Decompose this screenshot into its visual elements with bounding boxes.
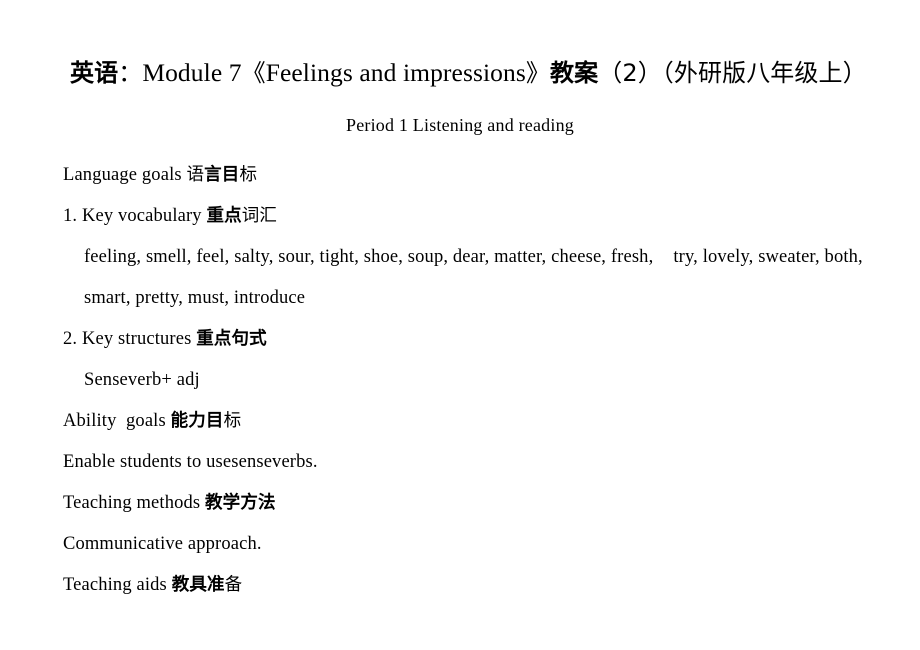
line-key-vocabulary-cn-bold: 重点: [206, 206, 242, 226]
line-language-goals-cn-c: 标: [239, 165, 258, 185]
line-key-structures-en: 2. Key structures: [63, 329, 197, 349]
title-edition: （外研版八年级上）: [661, 59, 867, 87]
line-language-goals-cn-a: 语: [186, 165, 205, 185]
title-colon: ：: [118, 59, 143, 87]
line-teaching-aids-cn-bold: 教具准: [171, 575, 225, 595]
title-doc-type: 教案: [550, 59, 599, 87]
line-teaching-aids-cn-light: 备: [224, 575, 243, 595]
title-unit-name: Feelings and impressions: [265, 58, 526, 87]
title-subject: 英语: [70, 59, 119, 87]
line-teaching-aids: Teaching aids 教具准备: [0, 565, 920, 606]
line-ability-goals-en: Ability goals: [63, 411, 171, 431]
vocabulary-part-b: try, lovely, sweater, both,: [673, 247, 863, 267]
page-title: 英语：Module 7《Feelings and impressions》教案（…: [70, 56, 882, 90]
line-teaching-methods-cn: 教学方法: [205, 493, 276, 513]
title-bracket-close: 》: [525, 59, 551, 87]
page-subtitle: Period 1 Listening and reading: [346, 115, 574, 135]
line-ability-goals-cn-light: 标: [223, 411, 242, 431]
title-number: （2）: [598, 59, 662, 87]
line-key-structures-cn: 重点句式: [196, 329, 267, 349]
line-ability-goals-cn-bold: 能力目: [170, 411, 224, 431]
line-vocabulary-list-1: feeling, smell, feel, salty, sour, tight…: [0, 237, 920, 278]
line-language-goals: Language goals 语言目标: [0, 155, 920, 196]
document-body: Language goals 语言目标 1. Key vocabulary 重点…: [0, 155, 920, 606]
line-language-goals-en: Language goals: [63, 165, 187, 185]
title-module: Module 7: [142, 58, 242, 87]
line-key-structures-content: Senseverb+ adj: [84, 370, 200, 390]
line-teaching-methods: Teaching methods 教学方法: [0, 483, 920, 524]
line-teaching-methods-content: Communicative approach.: [63, 534, 262, 554]
line-language-goals-cn-b: 言目: [204, 165, 240, 185]
line-teaching-aids-en: Teaching aids: [63, 575, 172, 595]
line-key-vocabulary-cn-light: 词汇: [241, 206, 278, 226]
document-page: 英语：Module 7《Feelings and impressions》教案（…: [0, 0, 920, 650]
line-key-vocabulary-heading: 1. Key vocabulary 重点词汇: [0, 196, 920, 237]
line-ability-goals: Ability goals 能力目标: [0, 401, 920, 442]
line-vocabulary-list-2: smart, pretty, must, introduce: [84, 288, 306, 308]
vocabulary-part-a: feeling, smell, feel, salty, sour, tight…: [84, 247, 654, 267]
line-teaching-methods-en: Teaching methods: [63, 493, 206, 513]
line-key-vocabulary-en: 1. Key vocabulary: [63, 206, 207, 226]
line-ability-goals-content: Enable students to usesenseverbs.: [63, 452, 318, 472]
title-bracket-open: 《: [241, 59, 266, 87]
line-key-structures-heading: 2. Key structures 重点句式: [0, 319, 920, 360]
